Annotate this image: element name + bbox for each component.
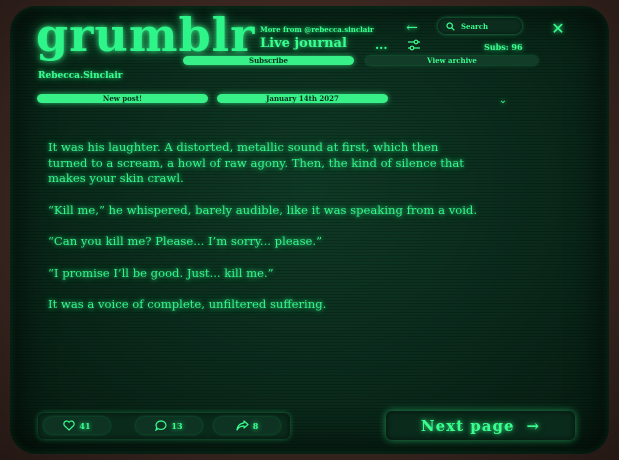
post-date: January 14th 2027 xyxy=(217,94,388,103)
arrow-left-icon[interactable]: ← xyxy=(404,20,420,36)
subscribe-button[interactable]: Subscribe xyxy=(183,56,354,65)
search-icon xyxy=(446,21,455,31)
like-button[interactable]: 41 xyxy=(44,417,110,434)
journal-title: Live journal xyxy=(260,36,347,51)
view-archive-button[interactable]: View archive xyxy=(366,56,538,65)
search-input[interactable] xyxy=(455,21,521,31)
comment-count: 13 xyxy=(171,420,183,431)
story-paragraph: “I promise I’ll be good. Just... kill me… xyxy=(48,265,274,280)
more-from-link[interactable]: More from @rebecca.sinclair xyxy=(260,25,374,34)
heart-icon xyxy=(63,420,76,431)
story-paragraph: “Kill me,” he whispered, barely audible,… xyxy=(48,202,478,217)
crt-screen: grumblr More from @rebecca.sinclair Live… xyxy=(10,6,609,454)
share-button[interactable]: 8 xyxy=(214,417,280,434)
story-paragraph: It was a voice of complete, unfiltered s… xyxy=(48,297,327,311)
like-count: 41 xyxy=(79,420,91,431)
author-name[interactable]: Rebecca.Sinclair xyxy=(38,71,123,81)
comment-button[interactable]: 13 xyxy=(136,417,202,434)
more-options-button[interactable]: ... xyxy=(375,38,388,52)
close-icon[interactable]: ✕ xyxy=(549,19,567,38)
subscriber-count: Subs: 96 xyxy=(484,42,523,52)
app-logo[interactable]: grumblr xyxy=(36,8,255,62)
comment-icon xyxy=(155,420,167,431)
new-post-button[interactable]: New post! xyxy=(37,94,208,103)
story-body: It was his laughter. A distorted, metall… xyxy=(48,140,478,329)
story-paragraph: It was his laughter. A distorted, metall… xyxy=(48,140,464,185)
next-page-button[interactable]: Next page → xyxy=(386,411,575,440)
share-icon xyxy=(236,420,249,431)
arrow-right-icon: → xyxy=(526,416,541,435)
chevron-down-icon[interactable]: ⌄ xyxy=(496,94,510,106)
monitor-frame: grumblr More from @rebecca.sinclair Live… xyxy=(0,0,619,460)
action-bar: 41 13 8 xyxy=(38,413,290,439)
sliders-icon[interactable] xyxy=(406,38,422,52)
next-page-label: Next page xyxy=(420,416,515,435)
share-count: 8 xyxy=(252,420,259,431)
story-paragraph: “Can you kill me? Please... I’m sorry...… xyxy=(48,234,323,248)
search-bar[interactable] xyxy=(438,18,522,34)
